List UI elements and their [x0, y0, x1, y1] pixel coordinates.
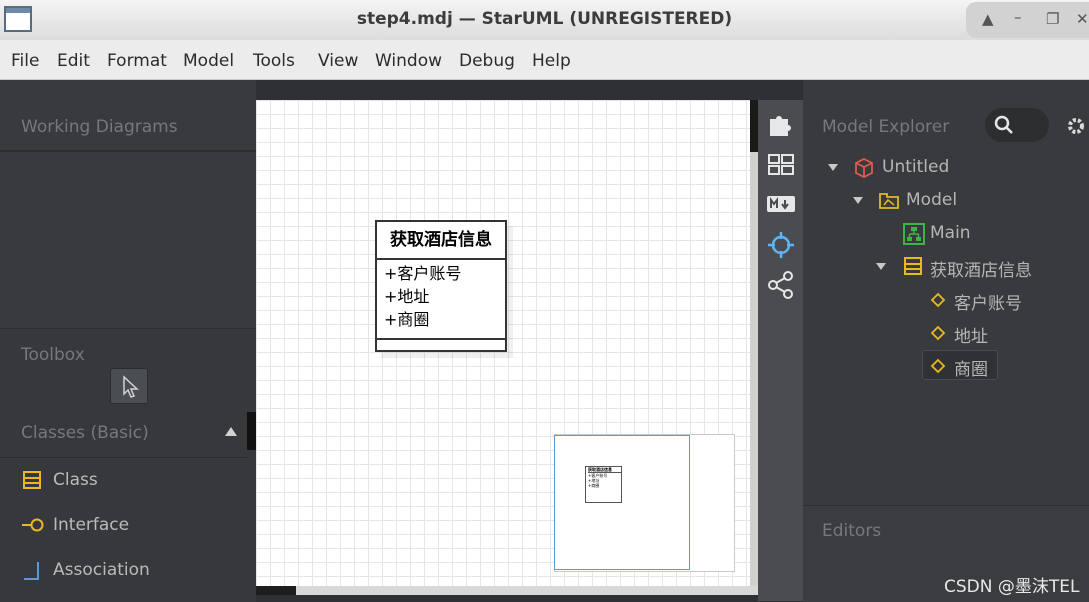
tool-class-label: Class — [53, 470, 98, 490]
extensions-icon[interactable] — [766, 109, 796, 139]
canvas-horizontal-scrollbar-track[interactable] — [256, 586, 758, 595]
attribute-icon — [930, 325, 946, 341]
menu-window[interactable]: Window — [375, 51, 442, 71]
interface-icon — [22, 518, 44, 532]
menu-debug[interactable]: Debug — [459, 51, 515, 71]
close-icon[interactable]: ✕ — [1076, 10, 1089, 28]
tree-item-attribute[interactable]: 客户账号 — [954, 289, 1022, 314]
uml-class-box[interactable]: 获取酒店信息 +客户账号 +地址 +商圈 — [375, 220, 507, 352]
minimap-viewport[interactable] — [554, 435, 690, 570]
uml-class-name[interactable]: 获取酒店信息 — [377, 222, 505, 260]
working-diagrams-title: Working Diagrams — [21, 117, 178, 137]
watermark: CSDN @墨沫TEL — [944, 577, 1080, 597]
toolbox-title: Toolbox — [21, 345, 85, 365]
class-icon — [904, 257, 922, 275]
canvas-horizontal-scrollbar-thumb[interactable] — [256, 586, 296, 595]
association-icon — [24, 562, 39, 580]
canvas-vertical-scrollbar-thumb[interactable] — [750, 100, 758, 152]
model-package-icon — [879, 193, 899, 209]
uml-attribute[interactable]: +地址 — [384, 286, 429, 308]
menu-format[interactable]: Format — [107, 51, 167, 71]
minimap-attribute: +商圈 — [588, 483, 600, 488]
expand-arrow-icon[interactable] — [853, 197, 863, 204]
tool-interface-label: Interface — [53, 515, 130, 535]
collapse-triangle-icon[interactable] — [225, 427, 237, 436]
model-explorer-title: Model Explorer — [822, 117, 950, 137]
tree-item-main-diagram[interactable]: Main — [930, 223, 971, 243]
class-icon — [23, 471, 41, 489]
uml-operations-compartment — [377, 338, 505, 340]
editors-title: Editors — [822, 521, 882, 541]
cursor-icon — [123, 375, 139, 398]
search-button[interactable] — [985, 108, 1049, 142]
crosshair-icon[interactable] — [766, 230, 796, 260]
menu-help[interactable]: Help — [532, 51, 571, 71]
tree-item-attribute-selected[interactable]: 商圈 — [954, 355, 988, 380]
minimize-icon[interactable]: – — [1014, 8, 1022, 26]
restore-icon[interactable]: ▲ — [982, 10, 994, 28]
tool-interface[interactable]: Interface — [0, 503, 248, 547]
menu-view[interactable]: View — [318, 51, 358, 71]
window-title: step4.mdj — StarUML (UNREGISTERED) — [356, 9, 733, 29]
menu-edit[interactable]: Edit — [57, 51, 90, 71]
share-icon[interactable] — [766, 270, 796, 300]
uml-attribute[interactable]: +商圈 — [384, 309, 429, 331]
uml-attribute[interactable]: +客户账号 — [384, 263, 461, 285]
class-diagram-icon — [903, 223, 925, 245]
menu-model[interactable]: Model — [183, 51, 234, 71]
pointer-tool-button[interactable] — [110, 368, 148, 404]
tree-item-model[interactable]: Model — [906, 190, 957, 210]
tool-association-label: Association — [53, 560, 150, 580]
classes-basic-label: Classes (Basic) — [21, 423, 149, 443]
tree-item-class[interactable]: 获取酒店信息 — [930, 256, 1032, 281]
gear-icon[interactable] — [1066, 116, 1086, 136]
menu-file[interactable]: File — [11, 51, 39, 71]
canvas-top-strip — [256, 80, 758, 100]
markdown-icon[interactable] — [766, 192, 796, 216]
tool-association[interactable]: Association — [0, 548, 248, 592]
attribute-icon — [930, 292, 946, 308]
panel-divider — [0, 150, 256, 152]
classes-basic-group-header[interactable]: Classes (Basic) — [0, 412, 248, 458]
window-controls: ▲ – ❐ ✕ — [966, 2, 1089, 38]
menu-tools[interactable]: Tools — [253, 51, 295, 71]
expand-arrow-icon[interactable] — [828, 164, 838, 171]
attribute-icon — [930, 358, 946, 374]
toolbox-scrollbar[interactable] — [247, 412, 256, 450]
sidebar-icon-bar — [758, 100, 803, 601]
minimap-class-box: 获取酒店信息 +客户账号 +地址 +商圈 — [585, 466, 622, 503]
maximize-icon[interactable]: ❐ — [1046, 10, 1059, 28]
expand-arrow-icon[interactable] — [876, 263, 886, 270]
canvas-vertical-scrollbar-track[interactable] — [750, 100, 758, 586]
layout-icon[interactable] — [766, 152, 796, 178]
title-bar: step4.mdj — StarUML (UNREGISTERED) ▲ – ❐… — [0, 0, 1089, 40]
tree-item-attribute[interactable]: 地址 — [954, 322, 988, 347]
menu-bar: File Edit Format Model Tools View Window… — [0, 40, 1089, 80]
project-cube-icon — [855, 157, 873, 179]
tool-class[interactable]: Class — [0, 458, 248, 502]
tree-item-untitled[interactable]: Untitled — [882, 157, 949, 177]
search-icon — [994, 115, 1013, 134]
